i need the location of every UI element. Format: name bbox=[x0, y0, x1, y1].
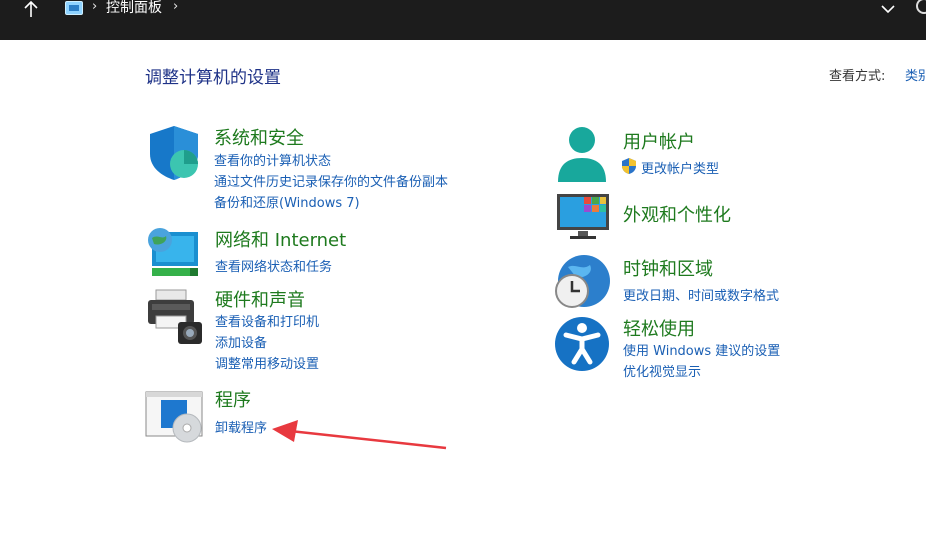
category-title-system-security[interactable]: 系统和安全 bbox=[214, 124, 304, 150]
chevron-right-icon: › bbox=[92, 0, 98, 14]
category-title-hardware-sound[interactable]: 硬件和声音 bbox=[215, 286, 305, 312]
category-title-programs[interactable]: 程序 bbox=[215, 386, 251, 412]
page-title: 调整计算机的设置 bbox=[145, 68, 281, 88]
network-globe-icon[interactable] bbox=[146, 226, 202, 284]
chevron-right-icon[interactable]: › bbox=[173, 0, 178, 14]
link-optimize-visual-display[interactable]: 优化视觉显示 bbox=[623, 361, 701, 380]
shield-icon[interactable] bbox=[148, 124, 202, 186]
category-title-ease-of-access[interactable]: 轻松使用 bbox=[623, 315, 695, 341]
monitor-color-icon[interactable] bbox=[556, 193, 612, 245]
link-backup-restore[interactable]: 备份和还原(Windows 7) bbox=[214, 192, 360, 211]
category-title-user-accounts[interactable]: 用户帐户 bbox=[623, 128, 695, 154]
link-change-date-time-format[interactable]: 更改日期、时间或数字格式 bbox=[623, 285, 779, 304]
view-by-dropdown[interactable]: 类别 bbox=[905, 65, 926, 84]
category-title-network[interactable]: 网络和 Internet bbox=[215, 226, 346, 252]
programs-disc-icon[interactable] bbox=[145, 386, 205, 448]
view-by-label: 查看方式: bbox=[829, 69, 886, 84]
up-arrow-icon[interactable] bbox=[20, 0, 42, 18]
link-devices-printers[interactable]: 查看设备和打印机 bbox=[215, 311, 319, 330]
control-panel-icon bbox=[65, 1, 83, 15]
annotation-arrow bbox=[272, 420, 447, 450]
link-uninstall-program[interactable]: 卸载程序 bbox=[215, 417, 267, 436]
link-view-computer-status[interactable]: 查看你的计算机状态 bbox=[214, 150, 331, 169]
user-icon[interactable] bbox=[556, 126, 608, 188]
category-title-appearance[interactable]: 外观和个性化 bbox=[623, 201, 731, 227]
link-file-history-backup[interactable]: 通过文件历史记录保存你的文件备份副本 bbox=[214, 171, 448, 190]
link-add-device[interactable]: 添加设备 bbox=[215, 332, 267, 351]
address-bar: › 控制面板 › bbox=[0, 0, 926, 40]
breadcrumb-control-panel[interactable]: 控制面板 bbox=[106, 0, 162, 16]
chevron-down-icon[interactable] bbox=[880, 0, 896, 16]
link-network-status[interactable]: 查看网络状态和任务 bbox=[215, 256, 332, 275]
link-mobility-settings[interactable]: 调整常用移动设置 bbox=[215, 353, 319, 372]
accessibility-icon[interactable] bbox=[554, 315, 612, 377]
uac-shield-icon bbox=[621, 157, 637, 179]
link-recommended-settings[interactable]: 使用 Windows 建议的设置 bbox=[623, 340, 780, 359]
help-icon[interactable] bbox=[916, 0, 926, 14]
printer-camera-icon[interactable] bbox=[146, 286, 204, 350]
clock-globe-icon[interactable] bbox=[554, 253, 612, 315]
category-title-clock-region[interactable]: 时钟和区域 bbox=[623, 255, 713, 281]
link-change-account-type[interactable]: 更改帐户类型 bbox=[641, 158, 719, 177]
